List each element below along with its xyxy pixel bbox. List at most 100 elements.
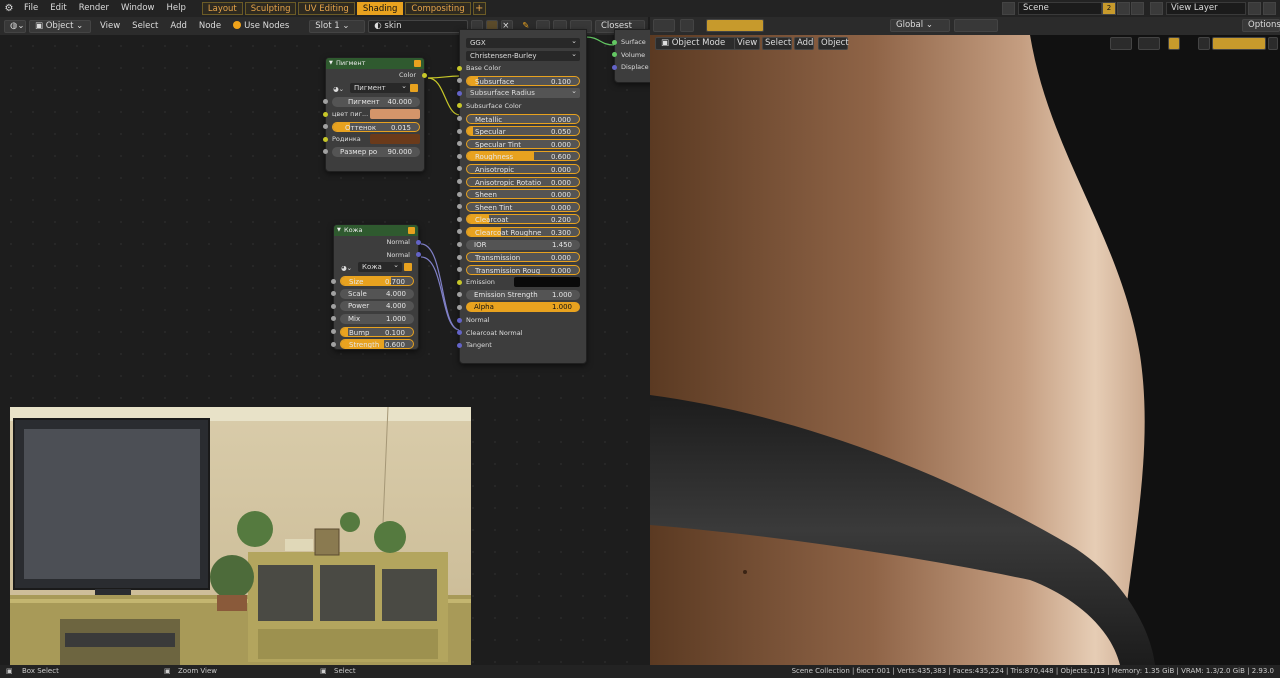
overlay-icon[interactable] [1168, 37, 1180, 50]
subsurface-method-select[interactable]: Christensen-Burley [466, 49, 580, 61]
delete-view-layer-button[interactable] [1263, 2, 1276, 15]
input-socket[interactable] [457, 103, 462, 109]
transform-orientation-select[interactable]: Global ⌄ [890, 19, 950, 32]
menu-add[interactable]: Add [794, 37, 814, 50]
menu-view[interactable]: View [94, 21, 126, 31]
input-socket[interactable] [457, 242, 462, 247]
input-socket[interactable] [331, 291, 336, 297]
input-socket[interactable] [457, 191, 462, 197]
group-icon[interactable] [414, 60, 421, 67]
skin-strength-field[interactable]: Strength 0.600 [340, 339, 414, 350]
sheen-tint-field[interactable]: Sheen Tint 0.000 [466, 201, 580, 212]
input-socket[interactable] [457, 153, 462, 159]
input-socket[interactable] [457, 342, 462, 348]
slot-select[interactable]: Slot 1 ⌄ [309, 19, 366, 33]
menu-window[interactable]: Window [115, 0, 161, 17]
specular-field[interactable]: Specular 0.050 [466, 126, 580, 137]
input-socket[interactable] [323, 99, 328, 105]
menu-select[interactable]: Select [762, 37, 792, 50]
clearcoat-field[interactable]: Clearcoat 0.200 [466, 214, 580, 225]
cursor-tool-icon[interactable] [680, 19, 694, 32]
sheen-field[interactable]: Sheen 0.000 [466, 189, 580, 200]
pigment-hue-field[interactable]: Оттенок 0.015 [332, 121, 420, 132]
subsurface-radius-select[interactable]: Subsurface Radius [466, 86, 580, 99]
tab-sculpting[interactable]: Sculpting [244, 2, 297, 15]
alpha-field[interactable]: Alpha 1.000 [466, 302, 580, 313]
input-socket[interactable] [457, 304, 462, 310]
visibility-icon[interactable] [1110, 37, 1132, 50]
skin-node-title[interactable]: ▼ Кожа [334, 225, 418, 236]
roughness-field[interactable]: Roughness 0.600 [466, 151, 580, 162]
editor-type-icon[interactable]: ◍⌄ [4, 19, 26, 33]
input-socket[interactable] [457, 128, 462, 134]
object-mode-select[interactable]: ▣ Object Mode [655, 37, 737, 50]
anisotropic-rotation-field[interactable]: Anisotropic Rotatio 0.000 [466, 176, 580, 187]
gizmo-icon[interactable] [1138, 37, 1160, 50]
input-socket[interactable] [457, 229, 462, 235]
pivot-snap-group[interactable] [954, 19, 998, 32]
transmission-roughness-field[interactable]: Transmission Roug 0.000 [466, 264, 580, 275]
material-output-node[interactable]: Surface Volume Displace [612, 29, 654, 83]
collapse-icon[interactable]: ▼ [337, 225, 341, 236]
tab-shading[interactable]: Shading [356, 2, 404, 15]
input-socket[interactable] [457, 279, 462, 285]
delete-scene-button[interactable] [1131, 2, 1144, 15]
input-socket[interactable] [323, 149, 328, 155]
group-user-icon[interactable] [410, 83, 418, 92]
input-socket[interactable] [612, 39, 617, 45]
input-socket[interactable] [612, 64, 617, 70]
transmission-field[interactable]: Transmission 0.000 [466, 252, 580, 263]
scene-browse-icon[interactable] [1002, 2, 1015, 15]
shader-type-select[interactable]: ▣ Object ⌄ [29, 19, 91, 33]
view-layer-field[interactable]: View Layer [1166, 2, 1246, 15]
new-scene-button[interactable] [1117, 2, 1130, 15]
add-workspace-button[interactable]: + [472, 2, 486, 15]
material-field[interactable]: ◐ skin [368, 19, 469, 33]
input-socket[interactable] [323, 124, 328, 130]
input-socket[interactable] [457, 116, 462, 122]
menu-select[interactable]: Select [126, 21, 164, 31]
xray-icon[interactable] [1198, 37, 1210, 50]
new-view-layer-button[interactable] [1248, 2, 1261, 15]
menu-render[interactable]: Render [73, 0, 115, 17]
input-socket[interactable] [331, 303, 336, 309]
mole-color-swatch[interactable] [370, 134, 420, 145]
emission-strength-field[interactable]: Emission Strength 1.000 [466, 289, 580, 300]
principled-bsdf-node[interactable]: GGX Christensen-Burley Base Color Subsur… [457, 29, 587, 364]
editor-type-icon[interactable] [653, 19, 675, 32]
menu-node[interactable]: Node [193, 21, 227, 31]
input-socket[interactable] [457, 166, 462, 172]
specular-tint-field[interactable]: Specular Tint 0.000 [466, 138, 580, 149]
clearcoat-roughness-field[interactable]: Clearcoat Roughne 0.300 [466, 226, 580, 237]
input-socket[interactable] [323, 136, 328, 142]
subsurface-field[interactable]: Subsurface 0.100 [466, 75, 580, 86]
use-nodes-checkbox[interactable]: Use Nodes [227, 21, 295, 31]
skin-scale-field[interactable]: Scale 4.000 [340, 288, 414, 299]
pigment-amount-field[interactable]: Пигмент 40.000 [332, 96, 420, 107]
input-socket[interactable] [457, 330, 462, 336]
collapse-icon[interactable]: ▼ [329, 58, 333, 69]
group-user-icon[interactable] [404, 263, 412, 272]
menu-help[interactable]: Help [160, 0, 191, 17]
metallic-field[interactable]: Metallic 0.000 [466, 113, 580, 124]
skin-bump-field[interactable]: Bump 0.100 [340, 326, 414, 337]
input-socket[interactable] [331, 341, 336, 347]
options-menu[interactable]: Options [1242, 19, 1280, 32]
menu-edit[interactable]: Edit [44, 0, 72, 17]
color-output-socket[interactable] [422, 72, 427, 78]
normal-output-socket[interactable] [416, 239, 421, 245]
selection-mode-group[interactable] [706, 19, 764, 32]
skin-size-field[interactable]: Size 0.700 [340, 276, 414, 287]
input-socket[interactable] [323, 111, 328, 117]
menu-add[interactable]: Add [164, 21, 192, 31]
input-socket[interactable] [457, 317, 462, 323]
input-socket[interactable] [457, 78, 462, 84]
pigment-color-swatch[interactable] [370, 109, 420, 120]
shading-options-icon[interactable] [1268, 37, 1278, 50]
mole-size-field[interactable]: Размер ро 90.000 [332, 146, 420, 157]
tab-uv-editing[interactable]: UV Editing [298, 2, 355, 15]
skin-node[interactable]: ▼ Кожа Normal Normal ◕⌄ Кожа Size 0.700 [331, 224, 421, 350]
input-socket[interactable] [457, 254, 462, 260]
skin-mix-field[interactable]: Mix 1.000 [340, 313, 414, 324]
scene-name-field[interactable]: Scene [1018, 2, 1102, 15]
